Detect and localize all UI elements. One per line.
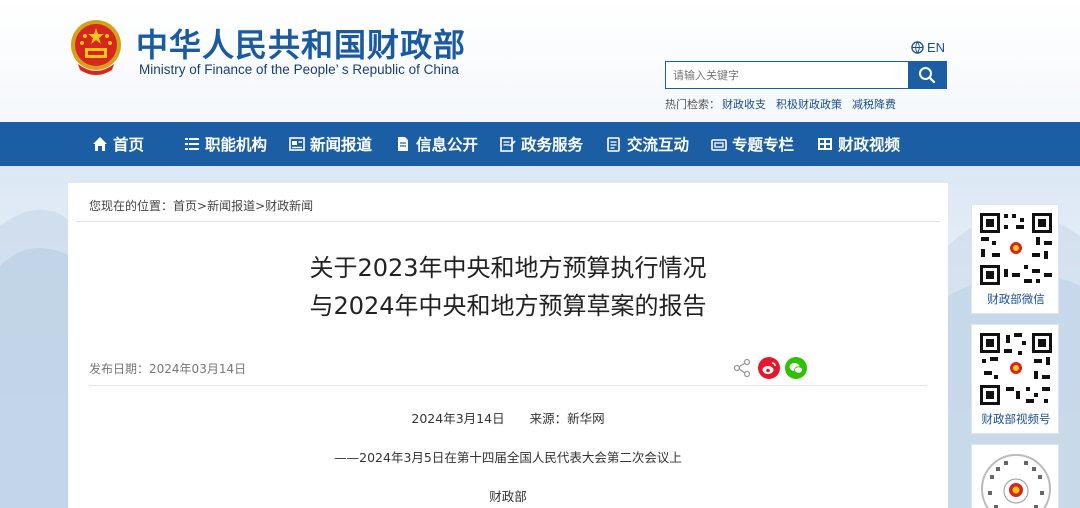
publish-date-value: 2024年03月14日 bbox=[149, 362, 247, 376]
qr-label: 财政部视频号 bbox=[981, 412, 1051, 426]
search-input[interactable] bbox=[666, 62, 908, 88]
share-bar bbox=[731, 357, 807, 379]
hot-search-link[interactable]: 积极财政政策 bbox=[776, 96, 842, 112]
qr-code-icon bbox=[978, 211, 1054, 287]
weibo-share-button[interactable] bbox=[758, 357, 780, 379]
nav-item-label: 交流互动 bbox=[627, 136, 690, 154]
site-header: 中华人民共和国财政部 Ministry of Finance of the Pe… bbox=[0, 0, 1080, 122]
video-icon bbox=[818, 138, 832, 150]
article-title: 关于2023年中央和地方预算执行情况 与2024年中央和地方预算草案的报告 bbox=[68, 249, 948, 325]
folder-icon bbox=[711, 139, 727, 151]
hot-search-link[interactable]: 减税降费 bbox=[852, 96, 896, 112]
article-subheading: ——2024年3月5日在第十四届全国人民代表大会第二次会议上 bbox=[334, 450, 682, 465]
wechat-icon bbox=[789, 363, 803, 374]
nav-item-label: 专题专栏 bbox=[732, 136, 795, 154]
nav-item-label: 职能机构 bbox=[205, 136, 268, 154]
qr-label: 财政部微信 bbox=[987, 292, 1045, 306]
search-icon bbox=[919, 67, 936, 84]
video-account-qr-card[interactable]: 财政部视频号 bbox=[971, 324, 1059, 434]
nav-item-label: 信息公开 bbox=[416, 136, 479, 154]
nav-item-label: 政务服务 bbox=[521, 136, 584, 154]
nav-item-label: 首页 bbox=[113, 136, 145, 154]
site-subtitle: Ministry of Finance of the People’ s Rep… bbox=[139, 62, 459, 77]
breadcrumb-news[interactable]: 新闻报道 bbox=[207, 199, 255, 213]
qr-code-icon bbox=[978, 331, 1054, 407]
nav-item-interaction[interactable]: 交流互动 bbox=[606, 122, 689, 166]
share-button[interactable] bbox=[731, 357, 753, 379]
national-emblem-icon[interactable] bbox=[68, 18, 124, 78]
breadcrumb-finance-news[interactable]: 财政新闻 bbox=[265, 199, 313, 213]
main-nav: 首页 职能机构 新闻报道 信息公开 政务服务 交流互动 专题专栏 财政视频 bbox=[0, 122, 1080, 166]
nav-item-label: 新闻报道 bbox=[310, 136, 373, 154]
share-icon bbox=[733, 358, 751, 378]
hot-search-link[interactable]: 财政收支 bbox=[722, 96, 766, 112]
language-switch[interactable]: EN bbox=[911, 40, 945, 55]
breadcrumb-prefix: 您现在的位置： bbox=[89, 199, 174, 213]
divider bbox=[89, 385, 927, 386]
wechat-share-button[interactable] bbox=[785, 357, 807, 379]
breadcrumb-home[interactable]: 首页 bbox=[173, 199, 197, 213]
nav-item-video[interactable]: 财政视频 bbox=[817, 122, 900, 166]
nav-item-label: 财政视频 bbox=[838, 136, 901, 154]
nav-item-home[interactable]: 首页 bbox=[92, 122, 144, 166]
chat-icon bbox=[607, 137, 620, 152]
site-title[interactable]: 中华人民共和国财政部 bbox=[136, 20, 466, 66]
qr-code-icon bbox=[978, 451, 1054, 508]
news-icon bbox=[289, 137, 305, 151]
article-date-source: 2024年3月14日 来源：新华网 bbox=[411, 411, 605, 426]
globe-icon bbox=[911, 41, 924, 54]
article-title-line: 关于2023年中央和地方预算执行情况 bbox=[309, 254, 707, 282]
hot-search-label: 热门检索： bbox=[665, 98, 720, 111]
nav-item-news[interactable]: 新闻报道 bbox=[289, 122, 372, 166]
home-icon bbox=[93, 137, 107, 151]
document-icon bbox=[398, 137, 408, 151]
search-bar bbox=[665, 61, 947, 89]
breadcrumb-separator: > bbox=[197, 199, 208, 213]
article-panel: 您现在的位置：首页>新闻报道>财政新闻 关于2023年中央和地方预算执行情况 与… bbox=[68, 183, 948, 508]
breadcrumb: 您现在的位置：首页>新闻报道>财政新闻 bbox=[89, 197, 313, 214]
nav-item-departments[interactable]: 职能机构 bbox=[184, 122, 267, 166]
search-button[interactable] bbox=[908, 62, 946, 88]
breadcrumb-separator: > bbox=[255, 199, 266, 213]
language-label: EN bbox=[927, 40, 946, 55]
article-author: 财政部 bbox=[489, 489, 527, 504]
weibo-icon bbox=[762, 362, 776, 374]
publish-label: 发布日期： bbox=[89, 362, 150, 376]
nav-item-disclosure[interactable]: 信息公开 bbox=[395, 122, 478, 166]
divider bbox=[76, 221, 940, 222]
nav-item-topics[interactable]: 专题专栏 bbox=[711, 122, 794, 166]
nav-item-services[interactable]: 政务服务 bbox=[500, 122, 583, 166]
list-icon bbox=[185, 138, 199, 150]
wechat-qr-card[interactable]: 财政部微信 bbox=[971, 204, 1059, 314]
app-qr-card[interactable] bbox=[971, 444, 1059, 508]
article-title-line: 与2024年中央和地方预算草案的报告 bbox=[309, 292, 707, 320]
publish-date: 发布日期：2024年03月14日 bbox=[89, 360, 246, 377]
service-icon bbox=[500, 137, 516, 152]
hot-search: 热门检索： 财政收支 积极财政政策 减税降费 bbox=[665, 96, 896, 112]
